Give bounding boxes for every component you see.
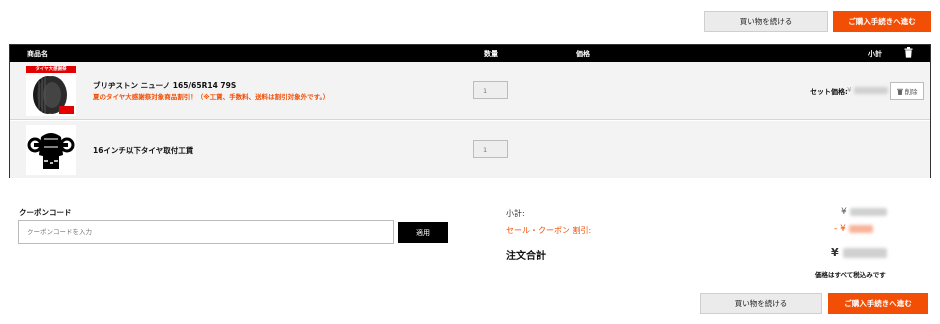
cart-table: 商品名 数量 価格 小計 タイヤ大感謝祭 ブリヂストン ニューノ 165/65R…	[9, 44, 931, 178]
table-row: タイヤ大感謝祭 ブリヂストン ニューノ 165/65R14 79S 夏のタイヤ大…	[10, 62, 930, 120]
total-amount-redacted	[842, 248, 887, 258]
set-price-amount-redacted	[853, 86, 888, 94]
promo-text: 夏のタイヤ大感謝祭対象商品割引！（※工賃、手数料、送料は割引対象外です。）	[93, 93, 330, 101]
set-price-currency: ¥	[847, 86, 852, 94]
tire-product-image[interactable]: タイヤ大感謝祭	[26, 66, 76, 116]
wrench-fist-icon	[26, 125, 76, 175]
coupon-code-input[interactable]	[18, 220, 394, 244]
subtotal-value: ¥	[841, 207, 887, 217]
checkout-button-top[interactable]: ご購入手続きへ進む	[833, 11, 931, 32]
subtotal-label: 小計:	[506, 209, 525, 218]
trash-small-icon	[896, 88, 903, 95]
set-price-value: ¥	[847, 86, 888, 94]
discount-amount-redacted	[848, 224, 873, 233]
delete-label: 削除	[904, 88, 918, 96]
continue-shopping-button-bottom[interactable]: 買い物を続ける	[700, 293, 822, 314]
table-row: 16インチ以下タイヤ取付工賃 1	[10, 121, 930, 178]
continue-shopping-button-top[interactable]: 買い物を続ける	[704, 11, 828, 32]
checkout-button-bottom[interactable]: ご購入手続きへ進む	[828, 293, 928, 314]
quantity-input[interactable]: 1	[473, 140, 508, 158]
subtotal-currency: ¥	[841, 207, 847, 217]
order-total-label: 注文合計	[506, 251, 546, 262]
trash-icon[interactable]	[904, 47, 913, 60]
promo-thumb-badge: タイヤ大感謝祭	[26, 66, 76, 73]
product-name[interactable]: 16インチ以下タイヤ取付工賃	[93, 145, 193, 156]
tax-note: 価格はすべて税込みです	[815, 271, 886, 279]
header-qty: 数量	[484, 50, 498, 58]
apply-coupon-button[interactable]: 適用	[398, 222, 448, 243]
header-price: 価格	[576, 50, 590, 58]
coupon-title: クーポンコード	[19, 208, 72, 217]
discount-value: - ¥	[834, 224, 873, 234]
delete-item-button[interactable]: 削除	[890, 82, 924, 100]
discount-currency: - ¥	[834, 224, 846, 234]
set-price-label: セット価格:	[810, 88, 848, 96]
product-name[interactable]: ブリヂストン ニューノ 165/65R14 79S	[93, 80, 236, 91]
table-header: 商品名 数量 価格 小計	[10, 45, 930, 62]
total-currency: ¥	[831, 246, 839, 259]
header-subtotal: 小計	[868, 50, 882, 58]
order-total-value: ¥	[831, 246, 887, 259]
subtotal-amount-redacted	[849, 207, 887, 216]
quantity-input[interactable]: 1	[473, 81, 508, 99]
discount-label: セール・クーポン 割引:	[506, 226, 592, 235]
header-product: 商品名	[27, 50, 48, 58]
